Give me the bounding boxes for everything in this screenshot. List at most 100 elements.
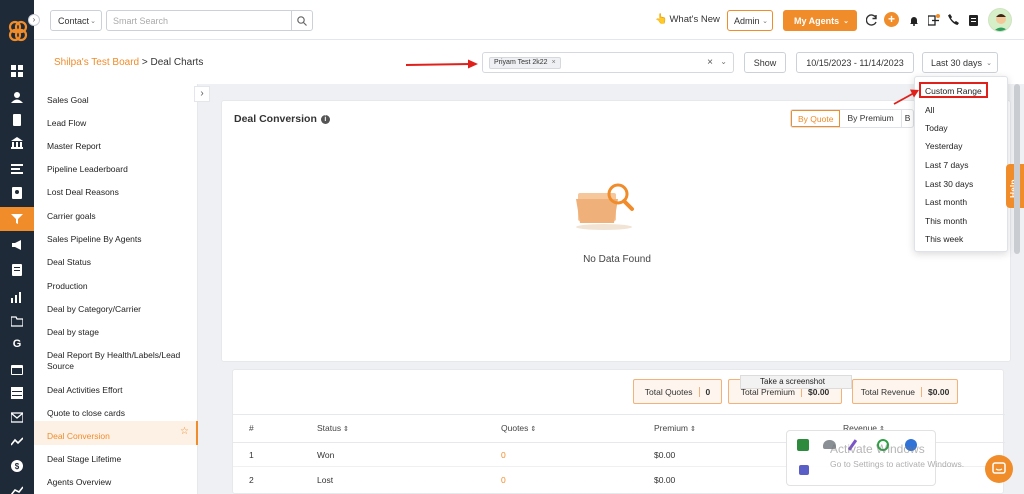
sidebar-item[interactable]: Deal Activities Effort xyxy=(47,385,191,396)
sidebar-item[interactable]: Deal by Category/Carrier xyxy=(47,304,191,315)
documents-icon[interactable] xyxy=(10,113,24,127)
period-option[interactable]: Last month xyxy=(925,197,967,207)
notification-signin-icon[interactable] xyxy=(928,14,940,26)
breadcrumb-board-link[interactable]: Shilpa's Test Board xyxy=(54,57,139,68)
add-icon[interactable]: + xyxy=(884,12,899,27)
notes-icon[interactable] xyxy=(10,263,24,277)
table-column-header[interactable]: Status ⇕ xyxy=(317,423,349,433)
favorite-star-icon[interactable]: ☆ xyxy=(180,426,189,437)
table-cell-quotes[interactable]: 0 xyxy=(501,475,506,485)
dollar-icon[interactable]: $ xyxy=(10,459,24,473)
date-range-value: 10/15/2023 - 11/14/2023 xyxy=(806,57,904,68)
trend-icon[interactable] xyxy=(10,435,24,449)
table-column-header[interactable]: Premium ⇕ xyxy=(654,423,696,433)
sort-icon: ⇕ xyxy=(528,426,537,433)
period-option[interactable]: All xyxy=(925,105,934,115)
clear-icon[interactable]: × xyxy=(707,57,713,68)
period-option[interactable]: Yesterday xyxy=(925,141,963,151)
page-scrollbar[interactable] xyxy=(1014,84,1020,254)
period-option[interactable]: This week xyxy=(925,234,963,244)
mail-icon[interactable] xyxy=(10,410,24,424)
column-label: Status xyxy=(317,423,342,433)
period-select[interactable]: Last 30 days ⌄ xyxy=(922,52,998,73)
analytics-icon[interactable] xyxy=(10,482,24,494)
app-rail: G $ xyxy=(0,0,34,494)
sidebar-collapse-chevron-icon[interactable]: › xyxy=(194,86,210,102)
card-title: Deal Conversion i xyxy=(234,113,330,125)
sidebar-item[interactable]: Lead Flow xyxy=(47,118,191,129)
system-tray-overflow xyxy=(786,430,936,486)
table-icon[interactable] xyxy=(10,386,24,400)
filter-funnel-icon[interactable] xyxy=(0,207,34,231)
calendar-icon[interactable] xyxy=(10,362,24,376)
chat-button[interactable] xyxy=(985,455,1013,483)
sidebar-item[interactable]: Master Report xyxy=(47,141,191,152)
brand-logo-icon[interactable] xyxy=(8,20,28,42)
tag-remove-icon[interactable]: × xyxy=(552,58,556,68)
sidebar-item[interactable]: Quote to close cards xyxy=(47,408,191,419)
tab-by-quote[interactable]: By Quote xyxy=(791,110,841,127)
watermark-title: Activate Windows xyxy=(830,442,925,456)
sidebar-item[interactable]: Production xyxy=(47,281,191,292)
clipboard-icon[interactable] xyxy=(969,14,978,26)
dashboard-icon[interactable] xyxy=(10,64,24,78)
contact-select[interactable]: Contact ⌄ xyxy=(50,10,102,31)
filter-tag: Priyam Test 2k22 × xyxy=(489,57,561,69)
table-column-header[interactable]: Quotes ⇕ xyxy=(501,423,536,433)
sidebar-item[interactable]: Deal by stage xyxy=(47,327,191,338)
list-icon[interactable] xyxy=(10,162,24,176)
card-icon[interactable] xyxy=(10,186,24,200)
sidebar-item[interactable]: Sales Pipeline By Agents xyxy=(47,234,191,245)
user-avatar[interactable] xyxy=(988,8,1012,32)
tray-app-icon[interactable] xyxy=(797,439,809,451)
show-button-label: Show xyxy=(753,57,777,68)
whats-new-label: What's New xyxy=(669,14,720,25)
table-cell-quotes[interactable]: 0 xyxy=(501,450,506,460)
refresh-icon[interactable] xyxy=(866,14,878,26)
sidebar-item[interactable]: Deal Status xyxy=(47,257,191,268)
date-range-input[interactable]: 10/15/2023 - 11/14/2023 xyxy=(796,52,914,73)
reports-chart-icon[interactable] xyxy=(10,290,24,304)
search-button[interactable] xyxy=(291,10,313,31)
deal-conversion-card: Deal Conversion i By Quote By Premium B … xyxy=(221,100,1011,362)
show-button[interactable]: Show xyxy=(744,52,786,73)
period-option[interactable]: Today xyxy=(925,123,948,133)
contact-select-label: Contact xyxy=(58,15,90,26)
sidebar-item[interactable]: Deal Report By Health/Labels/Lead Source xyxy=(47,350,191,372)
sidebar-item[interactable]: Deal Stage Lifetime xyxy=(47,454,191,465)
megaphone-icon[interactable] xyxy=(10,238,24,252)
sidebar-item[interactable]: Deal Conversion xyxy=(47,431,191,442)
sidebar-item[interactable]: Pipeline Leaderboard xyxy=(47,164,191,175)
whats-new-link[interactable]: 👆 What's New xyxy=(655,14,720,25)
period-option[interactable]: Last 30 days xyxy=(925,179,973,189)
phone-icon[interactable] xyxy=(948,14,959,25)
my-agents-button[interactable]: My Agents ⌄ xyxy=(783,10,857,31)
teams-icon[interactable] xyxy=(799,465,809,475)
admin-select[interactable]: Admin ⌄ xyxy=(727,10,773,31)
sidebar-item[interactable]: Carrier goals xyxy=(47,211,191,222)
sidebar-item[interactable]: Lost Deal Reasons xyxy=(47,187,191,198)
filter-tag-label: Priyam Test 2k22 xyxy=(494,59,548,66)
bell-icon[interactable] xyxy=(909,15,919,26)
tab-by-premium[interactable]: By Premium xyxy=(840,110,900,127)
report-sidebar: › Sales Goal Lead Flow Master Report Pipeli… xyxy=(34,84,210,494)
agent-filter-select[interactable]: Priyam Test 2k22 × × ⌄ xyxy=(482,52,734,73)
chat-icon xyxy=(992,462,1006,474)
period-option[interactable]: Last 7 days xyxy=(925,160,968,170)
total-quotes-label: Total Quotes xyxy=(644,386,693,397)
contacts-icon[interactable] xyxy=(10,90,24,104)
breadcrumb-current: Deal Charts xyxy=(150,57,204,68)
sidebar-item[interactable]: Agents Overview xyxy=(47,477,191,488)
table-column-header: # xyxy=(249,423,254,433)
bank-icon[interactable] xyxy=(10,136,24,150)
table-cell-premium: $0.00 xyxy=(654,475,676,485)
folder-icon[interactable] xyxy=(10,314,24,328)
info-icon[interactable]: i xyxy=(320,114,330,124)
sidebar-item[interactable]: Sales Goal xyxy=(47,95,191,106)
watermark-subtitle: Go to Settings to activate Windows. xyxy=(830,459,965,469)
google-icon[interactable]: G xyxy=(10,337,24,351)
tab-by-revenue[interactable]: B xyxy=(900,110,914,127)
rail-expand-toggle[interactable]: › xyxy=(28,14,40,26)
period-option[interactable]: This month xyxy=(925,216,967,226)
search-input[interactable]: Smart Search xyxy=(106,10,292,31)
